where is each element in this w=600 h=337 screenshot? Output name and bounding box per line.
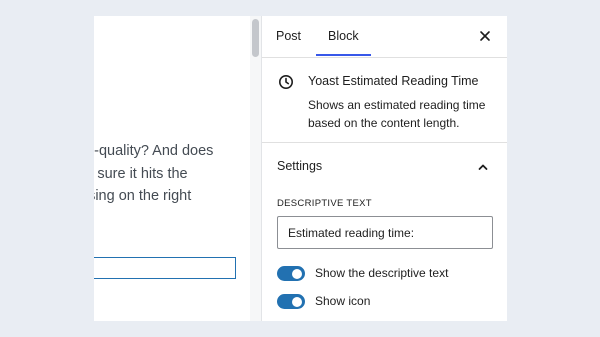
descriptive-text-input[interactable] <box>277 216 493 249</box>
selected-block-outline[interactable] <box>94 257 236 279</box>
editor-canvas[interactable]: gh-quality? And does ke sure it hits the… <box>94 16 250 321</box>
paragraph-block[interactable]: gh-quality? And does ke sure it hits the… <box>94 140 213 208</box>
descriptive-text-label: DESCRIPTIVE TEXT <box>277 198 372 209</box>
settings-title: Settings <box>277 159 323 173</box>
toggle-label: Show icon <box>315 294 371 308</box>
paragraph-line: ke sure it hits the <box>94 165 188 182</box>
close-icon <box>480 31 490 41</box>
chevron-up-icon <box>478 164 488 170</box>
show-icon-toggle[interactable] <box>277 294 305 309</box>
sidebar-tabs: Post Block <box>262 16 507 58</box>
paragraph-line: gh-quality? And does <box>94 143 214 159</box>
toggle-label: Show the descriptive text <box>315 266 449 280</box>
block-card: Yoast Estimated Reading Time Shows an es… <box>262 58 507 143</box>
toggle-knob <box>292 268 302 279</box>
settings-sidebar: Post Block Yoast Estimated Reading Time … <box>262 16 507 321</box>
settings-panel: Settings DESCRIPTIVE TEXT Show the descr… <box>262 142 507 321</box>
toggle-row-show-icon: Show icon <box>277 293 497 311</box>
block-title: Yoast Estimated Reading Time <box>308 74 479 88</box>
tab-post[interactable]: Post <box>276 16 301 57</box>
toggle-row-descriptive-text: Show the descriptive text <box>277 265 497 283</box>
editor-window: gh-quality? And does ke sure it hits the… <box>94 16 507 321</box>
block-description: Shows an estimated reading time based on… <box>308 98 486 130</box>
toggle-knob <box>292 296 302 307</box>
clock-icon <box>279 75 293 89</box>
editor-scrollbar[interactable] <box>250 16 262 321</box>
close-sidebar-button[interactable] <box>476 27 494 45</box>
scrollbar-thumb[interactable] <box>252 19 259 57</box>
settings-panel-toggle[interactable]: Settings <box>262 142 507 192</box>
active-tab-indicator <box>316 54 371 56</box>
show-descriptive-text-toggle[interactable] <box>277 266 305 281</box>
paragraph-line: using on the right <box>94 188 192 204</box>
tab-block[interactable]: Block <box>328 16 359 57</box>
